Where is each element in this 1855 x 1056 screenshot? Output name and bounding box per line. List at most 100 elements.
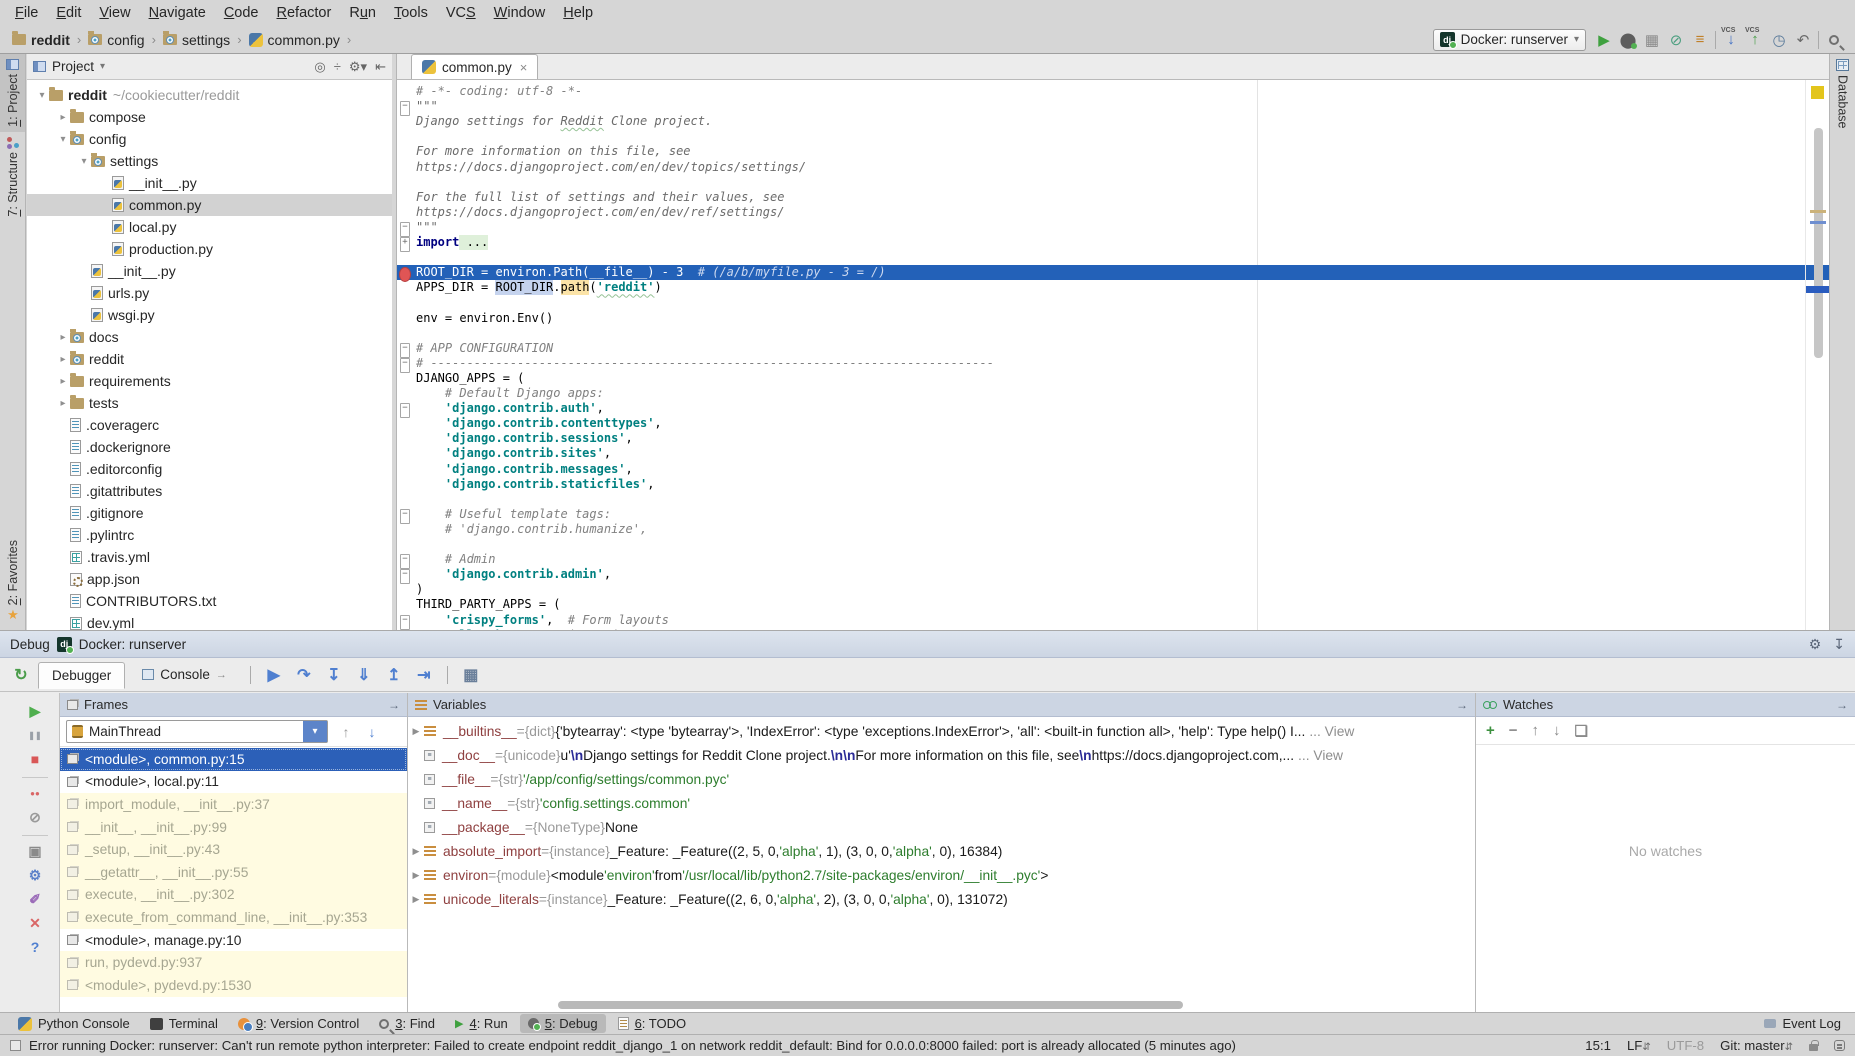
panel-options-icon[interactable]: →	[1836, 698, 1848, 712]
frame-row[interactable]: <module>, pydevd.py:1530	[60, 974, 407, 997]
tree-item--dockerignore[interactable]: .dockerignore	[27, 436, 392, 458]
menu-item-edit[interactable]: Edit	[47, 2, 90, 24]
variable-row[interactable]: ▶environ = {module} <module 'environ' fr…	[408, 863, 1475, 887]
variable-row[interactable]: ≡__package__ = {NoneType} None	[408, 815, 1475, 839]
tree-arrow-icon[interactable]: ▸	[56, 332, 70, 343]
variable-row[interactable]: ≡__file__ = {str} '/app/config/settings/…	[408, 767, 1475, 791]
panel-options-icon[interactable]: →	[1456, 698, 1468, 712]
tree-item-local-py[interactable]: local.py	[27, 216, 392, 238]
tree-item-reddit[interactable]: ▾reddit~/cookiecutter/reddit	[27, 84, 392, 106]
duplicate-watch-button[interactable]: ❏	[1575, 722, 1588, 740]
project-panel-title[interactable]: Project	[52, 59, 94, 74]
tree-item-common-py[interactable]: common.py	[27, 194, 392, 216]
search-everywhere-button[interactable]	[1823, 29, 1845, 51]
tree-item--pylintrc[interactable]: .pylintrc	[27, 524, 392, 546]
menu-item-tools[interactable]: Tools	[385, 2, 437, 24]
pin-button[interactable]: ✐	[24, 889, 46, 909]
breadcrumb-item-settings[interactable]: settings	[159, 30, 234, 50]
menu-item-view[interactable]: View	[90, 2, 139, 24]
caret-position[interactable]: 15:1	[1585, 1038, 1611, 1053]
vcs-commit-button[interactable]: ↑VCS	[1744, 29, 1766, 51]
expand-arrow-icon[interactable]: ▶	[408, 870, 424, 881]
tree-arrow-icon[interactable]: ▸	[56, 112, 70, 123]
pause-button[interactable]: ❚❚	[24, 725, 46, 745]
thread-selector[interactable]: MainThread ▾	[66, 720, 328, 743]
run-config-selector[interactable]: dj Docker: runserver ▾	[1433, 29, 1586, 51]
tree-item-__init__-py[interactable]: __init__.py	[27, 172, 392, 194]
evaluate-expression-button[interactable]: ▦	[458, 663, 484, 687]
close-button[interactable]: ✕	[24, 913, 46, 933]
lock-icon[interactable]	[1809, 1044, 1818, 1051]
tree-item-compose[interactable]: ▸compose	[27, 106, 392, 128]
encoding-selector[interactable]: UTF-8	[1667, 1038, 1704, 1053]
variable-row[interactable]: ▶unicode_literals = {instance} _Feature:…	[408, 887, 1475, 911]
step-out-button[interactable]: ↥	[381, 663, 407, 687]
tree-item-requirements[interactable]: ▸requirements	[27, 370, 392, 392]
frame-up-button[interactable]: ↑	[334, 721, 358, 743]
frame-row[interactable]: execute_from_command_line, __init__.py:3…	[60, 906, 407, 929]
vcs-update-button[interactable]: ↓VCS	[1720, 29, 1742, 51]
variable-row[interactable]: ▶__builtins__ = {dict} {'bytearray': <ty…	[408, 719, 1475, 743]
frame-row[interactable]: execute, __init__.py:302	[60, 884, 407, 907]
view-link[interactable]: ... View	[1309, 724, 1354, 739]
tool-button-python-console[interactable]: Python Console	[10, 1014, 138, 1033]
step-over-button[interactable]: ↷	[291, 663, 317, 687]
mute-breakpoints-button[interactable]: ⊘	[24, 807, 46, 827]
collapse-all-button[interactable]: ÷	[334, 59, 341, 74]
hector-icon[interactable]	[1834, 1040, 1845, 1051]
add-watch-button[interactable]: +	[1486, 722, 1495, 739]
menu-item-window[interactable]: Window	[485, 2, 555, 24]
show-execution-point-button[interactable]: ▶	[261, 663, 287, 687]
menu-item-file[interactable]: File	[6, 2, 47, 24]
frame-row[interactable]: _setup, __init__.py:43	[60, 838, 407, 861]
view-link[interactable]: ... View	[1298, 748, 1343, 763]
tool-button-todo[interactable]: 6: TODO	[610, 1014, 695, 1033]
restore-layout-button[interactable]: ▣	[24, 841, 46, 861]
frame-row[interactable]: <module>, local.py:11	[60, 771, 407, 794]
step-into-button[interactable]: ↧	[321, 663, 347, 687]
file-warning-mark[interactable]	[1811, 86, 1824, 99]
menu-item-run[interactable]: Run	[340, 2, 385, 24]
breadcrumb-item-common-py[interactable]: common.py	[245, 30, 344, 50]
variable-row[interactable]: ≡__name__ = {str} 'config.settings.commo…	[408, 791, 1475, 815]
menu-item-vcs[interactable]: VCS	[437, 2, 485, 24]
stop-button[interactable]: ■	[24, 749, 46, 769]
settings-icon[interactable]: ⚙	[1809, 636, 1822, 653]
tree-item-tests[interactable]: ▸tests	[27, 392, 392, 414]
help-button[interactable]: ?	[24, 937, 46, 957]
debug-tab-console[interactable]: Console→	[129, 662, 240, 687]
local-history-button[interactable]: ◷	[1768, 29, 1790, 51]
remove-watch-button[interactable]: −	[1509, 722, 1518, 739]
rerun-button[interactable]: ↻	[8, 663, 34, 687]
menu-item-help[interactable]: Help	[554, 2, 602, 24]
debug-tab-debugger[interactable]: Debugger	[38, 662, 125, 689]
tree-item--gitattributes[interactable]: .gitattributes	[27, 480, 392, 502]
tree-item-urls-py[interactable]: urls.py	[27, 282, 392, 304]
tree-item-settings[interactable]: ▾settings	[27, 150, 392, 172]
breadcrumb-item-reddit[interactable]: reddit	[8, 30, 74, 50]
chevron-down-icon[interactable]: ▾	[303, 721, 327, 742]
chevron-down-icon[interactable]: ▾	[100, 61, 105, 72]
panel-options-icon[interactable]: →	[388, 698, 400, 712]
tree-item-CONTRIBUTORS-txt[interactable]: CONTRIBUTORS.txt	[27, 590, 392, 612]
hide-panel-icon[interactable]: ↧	[1833, 636, 1845, 653]
tree-arrow-icon[interactable]: ▸	[56, 354, 70, 365]
frame-row[interactable]: import_module, __init__.py:37	[60, 793, 407, 816]
code-area[interactable]: # -*- coding: utf-8 -*-−"""Django settin…	[397, 80, 1829, 630]
tree-item-production-py[interactable]: production.py	[27, 238, 392, 260]
tree-item--coveragerc[interactable]: .coveragerc	[27, 414, 392, 436]
stripe-mark[interactable]	[1810, 210, 1826, 213]
tool-button-terminal[interactable]: Terminal	[142, 1014, 226, 1033]
locate-button[interactable]: ◎	[314, 59, 325, 75]
tree-item-reddit[interactable]: ▸reddit	[27, 348, 392, 370]
editor-tab-common-py[interactable]: common.py ×	[411, 54, 538, 79]
tool-button-version-control[interactable]: 9: Version Control	[230, 1014, 367, 1033]
stripe-mark[interactable]	[1810, 221, 1826, 224]
tree-item-wsgi-py[interactable]: wsgi.py	[27, 304, 392, 326]
tool-button-database[interactable]: Database	[1830, 54, 1855, 134]
expand-arrow-icon[interactable]: ▶	[408, 726, 424, 737]
tree-arrow-icon[interactable]: ▸	[56, 376, 70, 387]
tree-item-app-json[interactable]: app.json	[27, 568, 392, 590]
profiler-button[interactable]: ⊘	[1665, 29, 1687, 51]
background-tasks-icon[interactable]	[10, 1040, 21, 1051]
